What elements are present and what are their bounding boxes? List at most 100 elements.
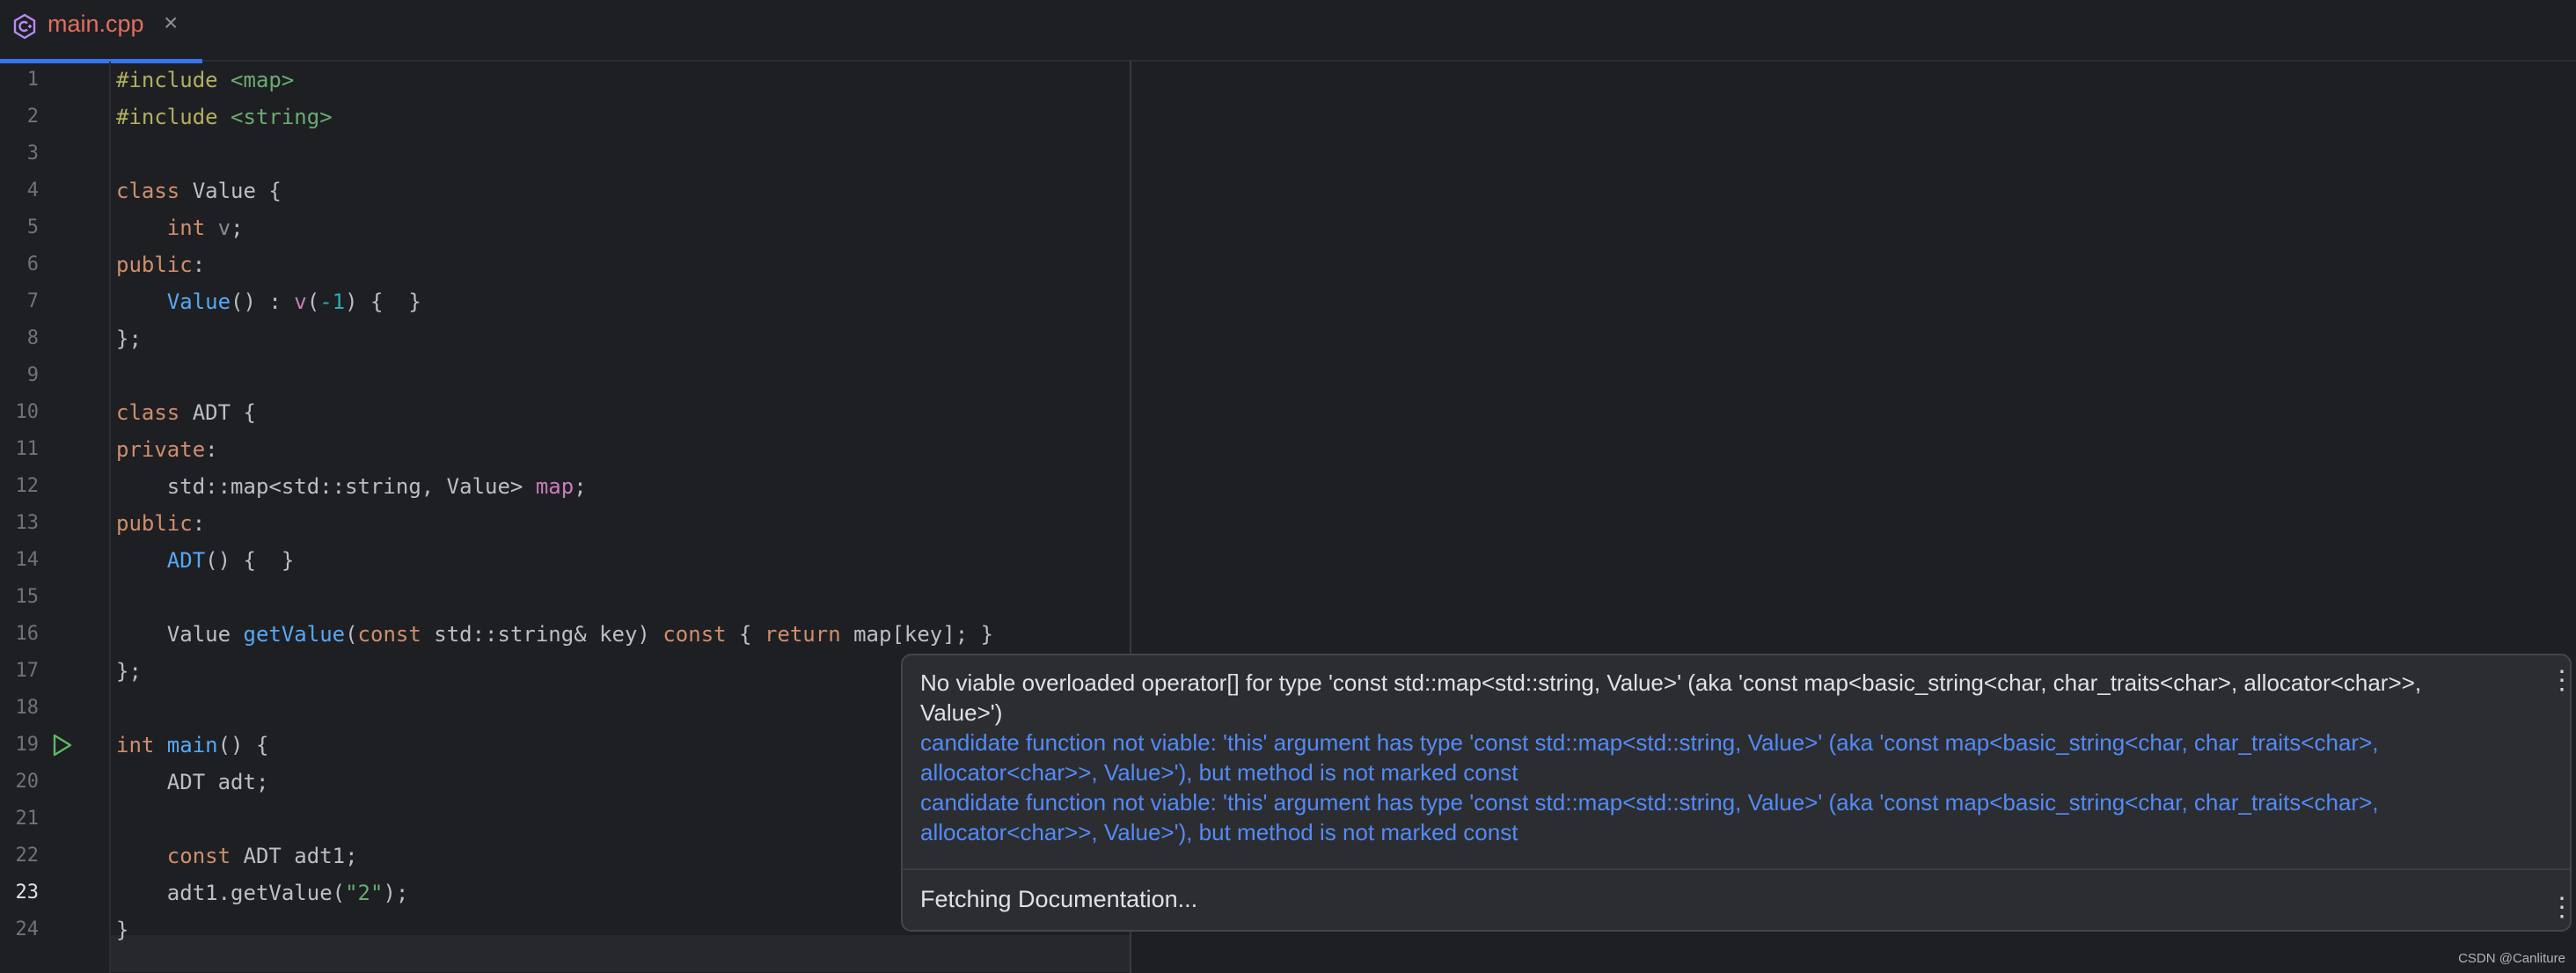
candidate-link[interactable]: candidate function not viable: 'this' ar… <box>920 787 2504 847</box>
tab-main-cpp[interactable]: main.cpp × <box>0 0 202 63</box>
line-number-current: 23 <box>15 882 40 904</box>
line-number: 8 <box>26 327 39 349</box>
code-token: class <box>116 400 180 425</box>
code-token: ADT { <box>179 400 256 425</box>
code-token: ( <box>345 622 358 647</box>
line-number: 11 <box>15 438 40 460</box>
more-options-icon[interactable]: ⋮ <box>2549 895 2575 921</box>
code-token: return <box>764 622 841 647</box>
code-token: ( <box>306 289 320 314</box>
code-token: v <box>294 289 307 314</box>
code-line: } <box>116 911 128 948</box>
line-number: 14 <box>15 549 40 571</box>
code-token: std::string& key) <box>421 622 663 647</box>
line-number: 9 <box>26 364 39 386</box>
code-token: () : <box>231 289 295 314</box>
code-line: std::map<std::string, Value> map; <box>116 468 587 505</box>
code-line: int v; <box>116 209 244 246</box>
code-token: } <box>116 918 129 942</box>
code-token: v <box>205 216 231 240</box>
code-token: private <box>116 437 206 462</box>
line-number: 21 <box>15 808 40 830</box>
line-number: 7 <box>26 290 39 312</box>
code-line: int main() { <box>116 727 268 764</box>
line-gutter: 1 2 3 4 5 6 7 8 9 10 11 12 13 14 15 16 1… <box>0 62 111 973</box>
line-number: 4 <box>26 179 39 201</box>
code-token: const <box>357 622 421 647</box>
code-token: () { <box>217 733 269 757</box>
code-token: ; <box>231 216 244 240</box>
code-token: const <box>662 622 727 647</box>
code-token: class <box>116 179 180 203</box>
run-gutter-icon[interactable] <box>49 733 74 757</box>
code-line: ADT adt; <box>116 764 269 801</box>
code-line: }; <box>116 653 142 690</box>
documentation-status: Fetching Documentation... <box>920 886 1198 912</box>
code-content: #include <map> #include <string> class V… <box>116 62 993 942</box>
code-token: main <box>154 733 218 757</box>
code-line: }; <box>116 320 142 357</box>
error-tooltip-popup: No viable overloaded operator[] for type… <box>901 654 2575 932</box>
more-options-icon[interactable]: ⋮ <box>2549 668 2575 694</box>
code-token: public <box>116 252 193 277</box>
code-token: Value <box>116 289 231 314</box>
code-line: private: <box>116 431 218 468</box>
code-line: public: <box>116 246 205 283</box>
code-token: }; <box>116 659 142 684</box>
code-token: }; <box>116 326 142 351</box>
code-token: #include <box>116 105 231 129</box>
candidate-link[interactable]: candidate function not viable: 'this' ar… <box>920 728 2504 787</box>
code-token: <map> <box>231 68 295 92</box>
code-token: getValue <box>243 622 346 647</box>
cpp-file-icon <box>11 12 39 40</box>
code-token: int <box>116 733 155 757</box>
error-title: No viable overloaded operator[] for type… <box>920 669 2422 726</box>
code-token: Value { <box>179 179 282 203</box>
code-line: #include <string> <box>116 99 333 135</box>
code-line: #include <map> <box>116 62 294 99</box>
line-number: 20 <box>15 771 40 793</box>
line-number: 12 <box>15 475 40 497</box>
line-number: 15 <box>15 586 40 608</box>
code-token: ; <box>574 474 587 499</box>
line-number: 24 <box>15 918 40 940</box>
code-token: -1 <box>319 289 346 314</box>
line-number: 16 <box>15 623 40 645</box>
code-line: class ADT { <box>116 394 256 431</box>
code-line: class Value { <box>116 172 282 209</box>
code-token: std::map<std::string, Value> <box>116 474 536 499</box>
line-number: 5 <box>26 216 39 238</box>
code-token: ADT adt; <box>116 770 269 794</box>
code-token: #include <box>116 68 231 92</box>
line-number: 3 <box>26 143 39 165</box>
code-line-current: adt1.getValue("2"); <box>116 874 409 911</box>
code-token: Value <box>116 622 244 647</box>
line-number: 2 <box>26 106 39 128</box>
code-token: ADT adt1; <box>231 844 358 868</box>
code-token: : <box>205 437 218 462</box>
code-line: Value() : v(-1) { } <box>116 283 421 320</box>
code-token: map[key]; } <box>840 622 994 647</box>
line-number: 10 <box>15 401 40 423</box>
code-token: : <box>192 511 206 536</box>
line-number: 6 <box>26 253 39 275</box>
code-token: public <box>116 511 193 536</box>
close-icon[interactable]: × <box>164 9 178 37</box>
tab-label: main.cpp <box>48 11 144 37</box>
code-token: ADT <box>116 548 206 573</box>
code-token: ); <box>383 881 409 905</box>
code-token: <string> <box>231 105 333 129</box>
code-line: ADT() { } <box>116 542 295 579</box>
watermark: CSDN @Canliture <box>2458 951 2565 966</box>
code-token: adt1.getValue( <box>116 881 346 905</box>
line-number: 17 <box>15 660 40 682</box>
code-token: "2" <box>345 881 384 905</box>
line-number: 1 <box>26 69 39 91</box>
code-token: int <box>116 216 206 240</box>
line-number: 19 <box>15 734 40 756</box>
code-line: const ADT adt1; <box>116 838 358 874</box>
code-line: Value getValue(const std::string& key) c… <box>116 616 993 653</box>
current-line-highlight <box>111 935 1130 972</box>
error-messages: No viable overloaded operator[] for type… <box>920 668 2504 847</box>
code-token: : <box>192 252 206 277</box>
